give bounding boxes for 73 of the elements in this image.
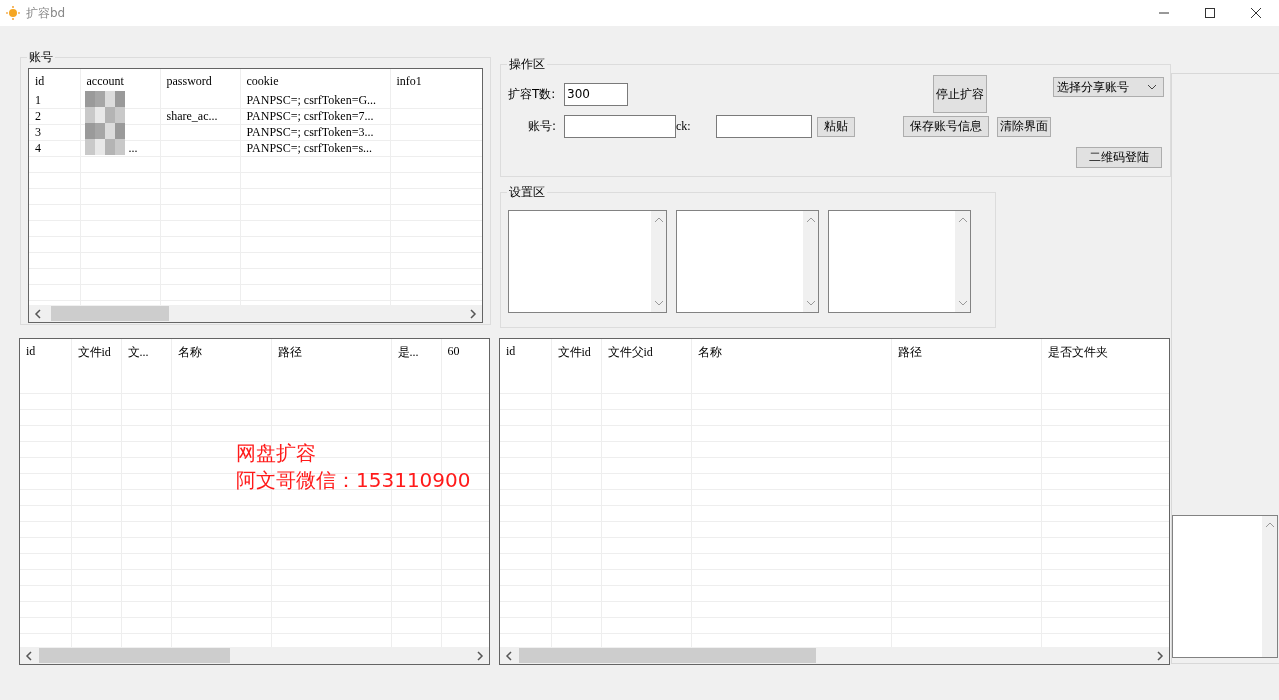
scroll-up-icon[interactable] [805, 217, 816, 223]
window-title: 扩容bd [26, 4, 66, 22]
table-cell: 1 [35, 93, 41, 107]
field-label: 扩容T数: [508, 85, 557, 103]
table-cell: 3 [35, 125, 41, 139]
table-cell: ... [128, 141, 138, 155]
scroll-right-icon[interactable] [1156, 650, 1164, 661]
field-label: ck: [676, 119, 692, 134]
column-header[interactable]: id [35, 74, 45, 88]
account-field[interactable] [564, 115, 676, 138]
expand-count-field[interactable]: 300 [564, 82, 628, 106]
qr-login-button[interactable]: 二维码登陆 [1076, 147, 1162, 168]
clear-button[interactable]: 清除界面 [997, 116, 1051, 137]
table-cell: 2 [35, 109, 41, 123]
paste-button[interactable]: 粘贴 [817, 116, 855, 137]
scrollbar-thumb[interactable] [39, 648, 230, 663]
scroll-right-icon[interactable] [476, 650, 484, 661]
scroll-left-icon[interactable] [25, 650, 33, 661]
column-header[interactable]: 文件id [557, 345, 591, 359]
scrollbar-thumb[interactable] [519, 648, 816, 663]
text-area[interactable] [508, 210, 667, 313]
column-header[interactable]: 路径 [897, 345, 922, 359]
horizontal-scrollbar[interactable] [500, 647, 1169, 664]
scroll-left-icon[interactable] [34, 308, 42, 319]
sun-icon [6, 6, 20, 20]
text-area[interactable] [676, 210, 819, 313]
table-cell: PANPSC=; csrfToken=s... [246, 141, 373, 155]
group-title: 设置区 [507, 185, 547, 200]
scroll-right-icon[interactable] [469, 308, 477, 319]
column-header[interactable]: id [506, 344, 516, 358]
overlay-caption: 网盘扩容 [236, 440, 316, 467]
scroll-down-icon[interactable] [957, 300, 968, 306]
column-header[interactable]: 名称 [177, 345, 202, 359]
group-title: 账号 [27, 50, 55, 65]
column-header[interactable]: info1 [396, 74, 422, 88]
column-header[interactable]: 文... [127, 345, 149, 359]
scroll-down-icon[interactable] [805, 300, 816, 306]
scroll-left-icon[interactable] [505, 650, 513, 661]
column-header[interactable]: 是... [397, 345, 419, 359]
text-area[interactable] [828, 210, 971, 313]
column-header[interactable]: cookie [246, 74, 279, 88]
table-cell: PANPSC=; csrfToken=3... [246, 125, 374, 139]
save-button[interactable]: 保存账号信息 [903, 116, 989, 137]
share-account-dropdown[interactable]: 选择分享账号 [1053, 77, 1164, 97]
scroll-down-icon[interactable] [653, 300, 664, 306]
table-cell: PANPSC=; csrfToken=G... [246, 93, 377, 107]
overlay-caption: 阿文哥微信：153110900 [236, 467, 471, 494]
column-header[interactable]: 60 [447, 344, 460, 358]
table-cell: share_ac... [166, 109, 218, 123]
column-header[interactable]: 路径 [277, 345, 302, 359]
text-area[interactable] [1172, 515, 1278, 658]
field-label: 账号: [526, 118, 557, 135]
chevron-down-icon [1147, 84, 1157, 90]
close-icon [1251, 8, 1261, 18]
scroll-up-icon[interactable] [653, 217, 664, 223]
column-header[interactable]: password [166, 74, 212, 88]
ck-field[interactable] [716, 115, 812, 138]
stop-button[interactable]: 停止扩容 [933, 75, 987, 113]
scrollbar-thumb[interactable] [51, 306, 169, 321]
horizontal-scrollbar[interactable] [20, 647, 489, 664]
scroll-up-icon[interactable] [1264, 522, 1275, 528]
column-header[interactable]: 文件父id [607, 345, 653, 359]
column-header[interactable]: account [86, 74, 124, 88]
scroll-up-icon[interactable] [957, 217, 968, 223]
table-cell: PANPSC=; csrfToken=7... [246, 109, 374, 123]
column-header[interactable]: id [26, 344, 36, 358]
horizontal-scrollbar[interactable] [29, 305, 482, 322]
column-header[interactable]: 是否文件夹 [1047, 345, 1108, 359]
column-header[interactable]: 文件id [77, 345, 111, 359]
column-header[interactable]: 名称 [697, 345, 722, 359]
maximize-icon [1205, 8, 1215, 18]
table-cell: 4 [35, 141, 41, 155]
group-title: 操作区 [507, 57, 547, 72]
